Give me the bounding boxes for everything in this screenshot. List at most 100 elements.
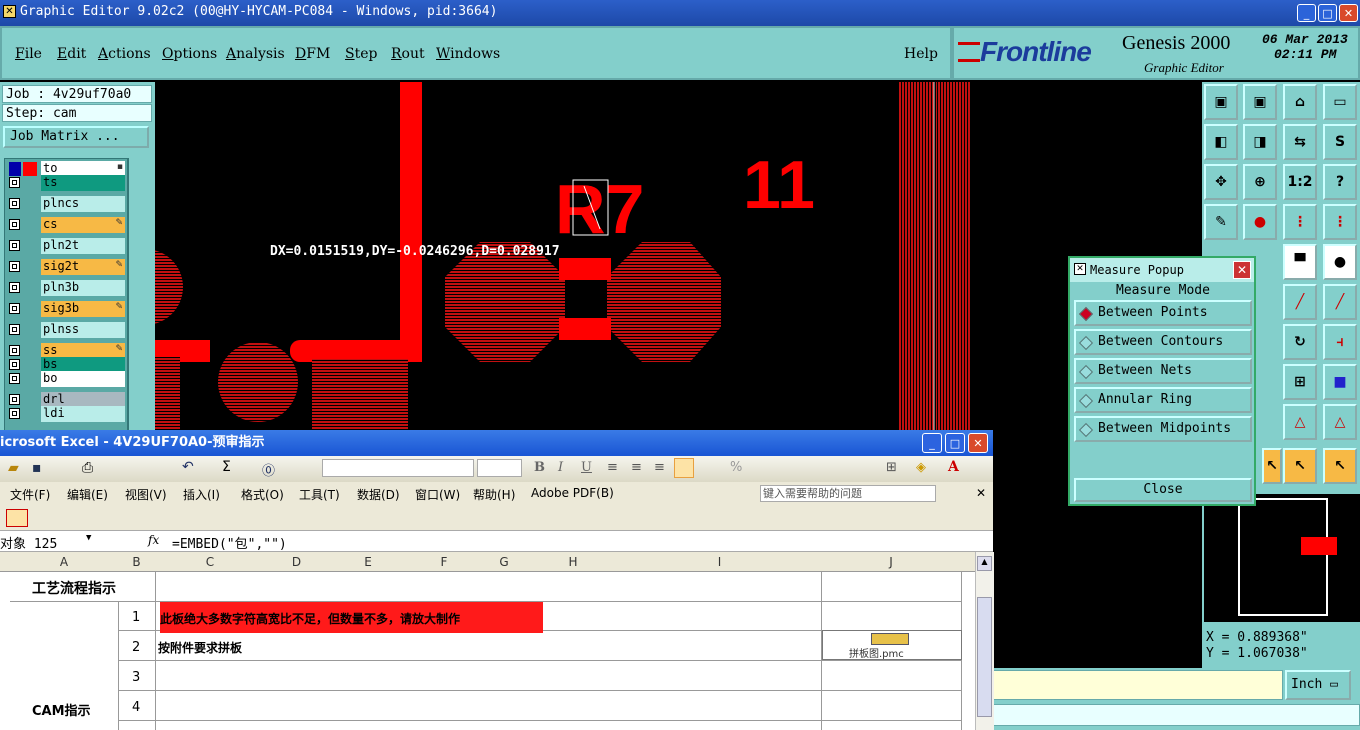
scale-icon[interactable]: 1:2 (1283, 164, 1317, 200)
cursor-icon[interactable]: ↖ (1283, 448, 1317, 484)
select-icon[interactable]: ■ (1323, 364, 1357, 400)
scroll-thumb[interactable] (977, 597, 992, 717)
layer-row-pln2t[interactable]: pln2t (7, 238, 125, 254)
line-tool-icon[interactable]: ╱ (1283, 284, 1317, 320)
layer-row-bo[interactable]: bo (7, 371, 125, 387)
layer-row-sig2t[interactable]: sig2t ✎ (7, 259, 125, 275)
column-header[interactable]: A (10, 555, 118, 569)
move-icon[interactable]: ⊞ (1283, 364, 1317, 400)
help-search-input[interactable]: 键入需要帮助的问题 (760, 485, 936, 502)
pan-icon[interactable]: ⊕ (1243, 164, 1277, 200)
font-name-select[interactable] (322, 459, 474, 477)
sheet-grid[interactable]: 工艺流程指示 1 此板绝大多数字符高宽比不足，但数量不多，请放大制作 2 按附件… (0, 572, 975, 730)
vertical-scrollbar[interactable]: ▲ (975, 552, 994, 730)
instruction-cell[interactable]: 按附件要求拼板 (158, 639, 242, 656)
embedded-object[interactable]: 拼板图.pmc (822, 630, 962, 660)
layer-checkbox[interactable] (9, 359, 20, 370)
measure-close-button[interactable]: Close (1074, 478, 1252, 502)
option-between-midpoints[interactable]: Between Midpoints (1074, 416, 1252, 442)
column-header[interactable]: I (618, 555, 821, 569)
excel-menu-data[interactable]: 数据(D) (357, 486, 400, 503)
layer-name[interactable]: plncs (41, 196, 125, 212)
excel-menu-help[interactable]: 帮助(H) (473, 486, 515, 503)
menu-rout[interactable]: Rout (391, 46, 425, 62)
layer-checkbox[interactable] (9, 345, 20, 356)
home-icon[interactable]: ⌂ (1283, 84, 1317, 120)
save-icon[interactable]: ▪ (32, 460, 42, 476)
help-icon[interactable]: ? (1323, 164, 1357, 200)
option-between-nets[interactable]: Between Nets (1074, 358, 1252, 384)
menu-actions[interactable]: Actions (98, 46, 151, 62)
zoom-right-icon[interactable]: ◨ (1243, 124, 1277, 160)
align-right-icon[interactable]: ≡ (654, 460, 665, 475)
layer-checkbox[interactable] (9, 408, 20, 419)
column-header[interactable]: C (155, 555, 265, 569)
dot-icon[interactable]: ● (1323, 244, 1357, 280)
column-header[interactable]: F (408, 555, 480, 569)
minimize-button[interactable]: _ (1297, 4, 1316, 22)
layer-row-plnss[interactable]: plnss (7, 322, 125, 338)
layer-name[interactable]: pln3b (41, 280, 125, 296)
layer-row-ts[interactable]: ts (7, 175, 125, 191)
option-between-contours[interactable]: Between Contours (1074, 329, 1252, 355)
close-button[interactable]: ✕ (1339, 4, 1358, 22)
layer-checkbox[interactable] (9, 177, 20, 188)
column-header[interactable]: E (328, 555, 408, 569)
scroll-up-icon[interactable]: ▲ (977, 556, 992, 571)
fill-color-icon[interactable]: ◈ (916, 460, 926, 475)
layer-checkbox[interactable] (9, 324, 20, 335)
menu-analysis[interactable]: Analysis (226, 46, 285, 62)
arc-icon[interactable]: ↻ (1283, 324, 1317, 360)
excel-menu-view[interactable]: 视图(V) (125, 486, 167, 503)
menu-options[interactable]: Options (162, 46, 217, 62)
pin-icon[interactable]: ● (1243, 204, 1277, 240)
column-header[interactable]: G (480, 555, 528, 569)
fit-icon[interactable]: ✥ (1204, 164, 1238, 200)
layer-checkbox[interactable] (9, 198, 20, 209)
excel-menu-window[interactable]: 窗口(W) (415, 486, 460, 503)
layer-name[interactable]: sig2t (41, 259, 125, 275)
menu-edit[interactable]: Edit (57, 46, 86, 62)
snap-icon[interactable]: ⫞ (1323, 324, 1357, 360)
ruler-icon[interactable]: ▀ (1283, 244, 1317, 280)
layer-name[interactable]: plnss (41, 322, 125, 338)
bold-button[interactable]: B (534, 460, 545, 475)
workbook-close-icon[interactable]: ✕ (976, 486, 986, 500)
column-header[interactable]: B (118, 555, 155, 569)
layer-row-pln3b[interactable]: pln3b (7, 280, 125, 296)
units-selector[interactable]: Inch ▭ (1285, 670, 1351, 700)
underline-button[interactable]: U (581, 460, 592, 475)
formula-input[interactable]: =EMBED("包","") (172, 533, 287, 552)
font-size-select[interactable] (477, 459, 522, 477)
net2-icon[interactable]: ⋮ (1323, 204, 1357, 240)
graphic-canvas[interactable]: R7 11 DX=0.0151519,DY=-0.0246296,D=0.028… (155, 82, 1202, 442)
option-annular-ring[interactable]: Annular Ring (1074, 387, 1252, 413)
layer-row-plncs[interactable]: plncs (7, 196, 125, 212)
swap-icon[interactable]: ⇆ (1283, 124, 1317, 160)
layer-name[interactable]: ldi (41, 406, 125, 422)
column-header[interactable]: H (528, 555, 618, 569)
menu-dfm[interactable]: DFM (295, 46, 330, 62)
layer-checkbox[interactable] (9, 394, 20, 405)
merge-icon[interactable] (674, 458, 694, 478)
layer-row-sig3b[interactable]: sig3b ✎ (7, 301, 125, 317)
layer-checkbox[interactable] (9, 219, 20, 230)
instruction-cell[interactable]: 此板绝大多数字符高宽比不足，但数量不多，请放大制作 (160, 610, 460, 627)
excel-menu-edit[interactable]: 编辑(E) (67, 486, 108, 503)
layer-name[interactable]: ts (41, 175, 125, 191)
popup-close-icon[interactable]: ✕ (1233, 261, 1251, 279)
redraw-icon[interactable]: S (1323, 124, 1357, 160)
excel-menu-insert[interactable]: 插入(I) (183, 486, 220, 503)
zoom-bottom-icon[interactable]: ▣ (1243, 84, 1277, 120)
triangle2-icon[interactable]: △ (1323, 404, 1357, 440)
excel-menu-format[interactable]: 格式(O) (241, 486, 284, 503)
open-icon[interactable]: ▰ (8, 460, 19, 476)
layer-name[interactable]: cs (41, 217, 125, 233)
line-tool2-icon[interactable]: ╱ (1323, 284, 1357, 320)
name-box[interactable]: 对象 125 ▼ (0, 533, 100, 552)
excel-maximize-button[interactable]: □ (945, 433, 965, 453)
menu-file[interactable]: File (15, 46, 42, 62)
layer-row-cs[interactable]: cs ✎ (7, 217, 125, 233)
undo-icon[interactable]: ↶ (182, 459, 194, 475)
zoom-left-icon[interactable]: ◧ (1204, 124, 1238, 160)
